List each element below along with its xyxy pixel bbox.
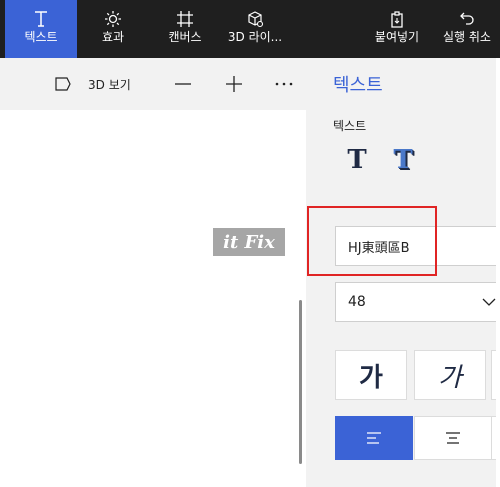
- align-left-button[interactable]: [335, 416, 413, 460]
- canvas-scrollbar[interactable]: [299, 300, 302, 464]
- toolbar-effects-label: 효과: [101, 30, 125, 44]
- text-icon: [32, 0, 50, 30]
- toolbar-text-button[interactable]: 텍스트: [5, 0, 77, 58]
- highlight-box: [307, 206, 437, 276]
- watermark: it Fix: [213, 228, 285, 256]
- paste-icon: [388, 0, 406, 30]
- bold-button[interactable]: 가: [335, 350, 407, 400]
- top-toolbar: 텍스트 효과 캔버스 3D 라이... 붙여넣기 실행 취소: [0, 0, 500, 58]
- text-3d-button[interactable]: T: [388, 145, 418, 175]
- font-size-select[interactable]: 48: [335, 282, 500, 322]
- view-toolbar: 3D 보기: [0, 58, 500, 110]
- toolbar-canvas-button[interactable]: 캔버스: [155, 0, 215, 58]
- zoom-out-button[interactable]: [174, 58, 192, 110]
- toolbar-3d-library-label: 3D 라이...: [227, 30, 283, 44]
- 3d-library-icon: [246, 0, 264, 30]
- sun-icon: [104, 0, 122, 30]
- toolbar-effects-button[interactable]: 효과: [82, 0, 144, 58]
- drawing-canvas[interactable]: [0, 110, 306, 487]
- toolbar-undo-label: 실행 취소: [443, 30, 491, 44]
- toolbar-undo-button[interactable]: 실행 취소: [436, 0, 498, 58]
- toolbar-paste-label: 붙여넣기: [374, 30, 420, 44]
- more-options-button[interactable]: [275, 58, 293, 110]
- plus-icon: [225, 75, 243, 93]
- canvas-icon: [176, 0, 194, 30]
- align-center-button[interactable]: [414, 416, 492, 460]
- text-section-label: 텍스트: [333, 119, 367, 133]
- more-icon: [275, 81, 293, 87]
- toolbar-canvas-label: 캔버스: [168, 30, 202, 44]
- toolbar-text-label: 텍스트: [24, 30, 58, 44]
- undo-icon: [458, 0, 476, 30]
- align-left-icon: [366, 432, 382, 444]
- align-center-icon: [445, 432, 461, 444]
- italic-button[interactable]: 가: [414, 350, 486, 400]
- window-edge: [496, 58, 500, 487]
- minus-icon: [174, 75, 192, 93]
- view-3d-button[interactable]: 3D 보기: [54, 58, 131, 110]
- chevron-down-icon[interactable]: [481, 294, 497, 314]
- text-2d-button[interactable]: T: [344, 145, 370, 175]
- flag-icon: [54, 76, 72, 92]
- panel-title: 텍스트: [333, 75, 383, 96]
- view-3d-label: 3D 보기: [88, 77, 131, 92]
- toolbar-paste-button[interactable]: 붙여넣기: [367, 0, 427, 58]
- toolbar-3d-library-button[interactable]: 3D 라이...: [222, 0, 288, 58]
- zoom-in-button[interactable]: [225, 58, 243, 110]
